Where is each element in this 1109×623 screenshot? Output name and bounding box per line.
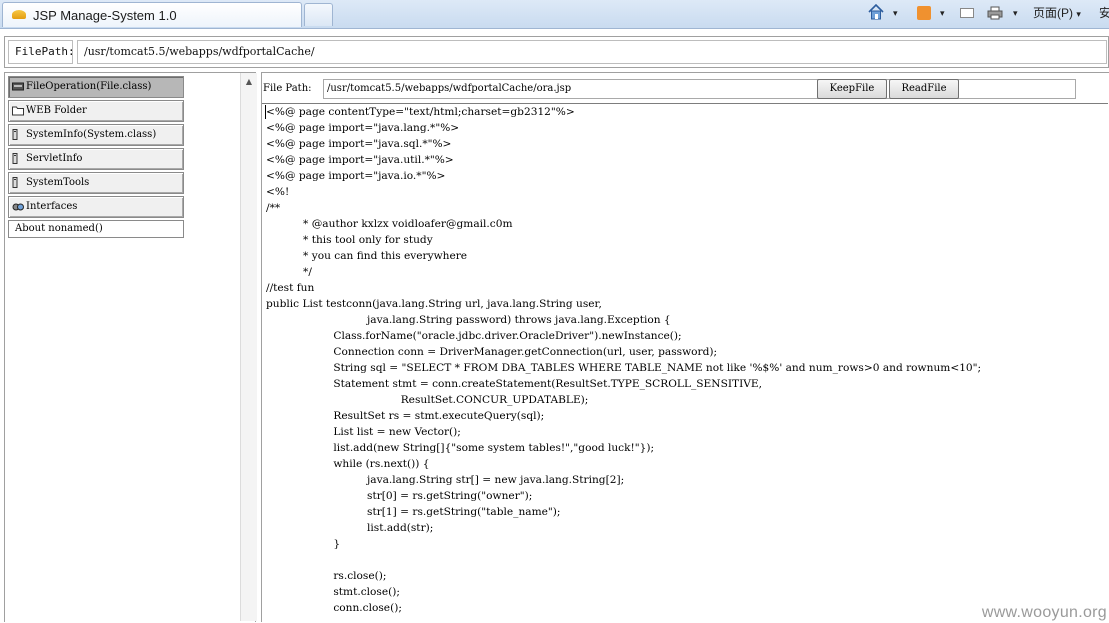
code-line: Class.forName("oracle.jdbc.driver.Oracle… <box>266 330 682 342</box>
filepath-bar: FilePath: /usr/tomcat5.5/webapps/wdfport… <box>4 36 1109 68</box>
code-line: <%@ page import="java.util.*"%> <box>266 154 454 166</box>
sidebar-item-servlet-info[interactable]: ServletInfo <box>8 148 184 170</box>
code-line: conn.close(); <box>266 602 402 614</box>
code-line: List list = new Vector(); <box>266 426 461 438</box>
print-dropdown-icon[interactable]: ▾ <box>1013 4 1018 22</box>
drive-icon <box>12 82 24 91</box>
sidebar-item-web-folder[interactable]: WEB Folder <box>8 100 184 122</box>
code-line: str[1] = rs.getString("table_name"); <box>266 506 561 518</box>
safety-menu-button[interactable]: 安 <box>1099 4 1109 22</box>
code-line: java.lang.String password) throws java.l… <box>266 314 671 326</box>
sidebar-scrollbar[interactable]: ▲ <box>240 73 257 621</box>
browser-tab-strip: JSP Manage-System 1.0 ▾ ▾ ▾ 页面(P) ▾ 安 <box>0 0 1109 29</box>
feeds-dropdown-icon[interactable]: ▾ <box>940 4 945 22</box>
code-line: Statement stmt = conn.createStatement(Re… <box>266 378 763 390</box>
computer-icon <box>12 153 18 164</box>
computer-icon <box>12 129 18 140</box>
code-line: } <box>266 538 341 550</box>
mail-icon[interactable] <box>960 8 974 18</box>
sidebar-item-label: FileOperation(File.class) <box>26 81 152 92</box>
code-line: public List testconn(java.lang.String ur… <box>266 298 602 310</box>
computer-icon <box>12 177 18 188</box>
print-icon[interactable] <box>987 6 1003 20</box>
code-line: Connection conn = DriverManager.getConne… <box>266 346 718 358</box>
watermark: www.wooyun.org <box>981 604 1107 621</box>
code-line: <%@ page contentType="text/html;charset=… <box>266 106 575 118</box>
scroll-up-arrow-icon[interactable]: ▲ <box>241 75 257 89</box>
sidebar-item-label: SystemTools <box>26 177 90 188</box>
sidebar-item-label: About nonamed() <box>15 223 103 234</box>
favicon-icon <box>12 10 26 19</box>
code-line: rs.close(); <box>266 570 387 582</box>
rss-feed-icon[interactable] <box>917 6 931 20</box>
file-path-input[interactable]: /usr/tomcat5.5/webapps/wdfportalCache/or… <box>323 79 1076 99</box>
sidebar-item-interfaces[interactable]: Interfaces <box>8 196 184 218</box>
new-tab-button[interactable] <box>304 3 333 26</box>
sidebar-item-file-operation[interactable]: FileOperation(File.class) <box>8 76 184 98</box>
file-path-label: File Path: <box>263 83 312 94</box>
sidebar: FileOperation(File.class) WEB Folder Sys… <box>4 72 257 622</box>
sidebar-item-label: Interfaces <box>26 201 78 212</box>
code-line: //test fun <box>266 282 315 294</box>
code-line: <%@ page import="java.lang.*"%> <box>266 122 460 134</box>
page-menu-label: 页面(P) <box>1033 6 1073 20</box>
code-line: <%@ page import="java.sql.*"%> <box>266 138 452 150</box>
code-line: while (rs.next()) { <box>266 458 430 470</box>
browser-command-bar: ▾ ▾ ▾ 页面(P) ▾ 安 <box>862 2 1109 24</box>
code-line: * this tool only for study <box>266 234 433 246</box>
sidebar-item-system-info[interactable]: SystemInfo(System.class) <box>8 124 184 146</box>
folder-icon <box>12 106 24 116</box>
file-editor-panel: File Path: /usr/tomcat5.5/webapps/wdfpor… <box>261 72 1109 623</box>
filepath-input[interactable]: /usr/tomcat5.5/webapps/wdfportalCache/ <box>77 40 1107 64</box>
code-line: /** <box>266 202 281 214</box>
code-line: */ <box>266 266 312 278</box>
sidebar-item-about[interactable]: About nonamed() <box>8 220 184 238</box>
sidebar-item-label: ServletInfo <box>26 153 83 164</box>
code-line: list.add(new String[]{"some system table… <box>266 442 655 454</box>
read-file-button[interactable]: ReadFile <box>889 79 959 99</box>
sidebar-item-label: WEB Folder <box>26 105 87 116</box>
code-line: String sql = "SELECT * FROM DBA_TABLES W… <box>266 362 982 374</box>
code-line: <%@ page import="java.io.*"%> <box>266 170 446 182</box>
file-content-textarea[interactable]: <%@ page contentType="text/html;charset=… <box>262 103 1108 623</box>
code-line: str[0] = rs.getString("owner"); <box>266 490 533 502</box>
code-line: java.lang.String str[] = new java.lang.S… <box>266 474 625 486</box>
code-line: ResultSet rs = stmt.executeQuery(sql); <box>266 410 545 422</box>
browser-tab-active[interactable]: JSP Manage-System 1.0 <box>2 2 302 27</box>
home-dropdown-icon[interactable]: ▾ <box>893 4 898 22</box>
sidebar-item-system-tools[interactable]: SystemTools <box>8 172 184 194</box>
sidebar-menu: FileOperation(File.class) WEB Folder Sys… <box>8 76 184 240</box>
code-line: ResultSet.CONCUR_UPDATABLE); <box>266 394 589 406</box>
sidebar-item-label: SystemInfo(System.class) <box>26 129 157 140</box>
code-line: * you can find this everywhere <box>266 250 468 262</box>
code-line: <%! <box>266 186 290 198</box>
code-line: stmt.close(); <box>266 586 400 598</box>
home-icon[interactable] <box>868 4 884 20</box>
keep-file-button[interactable]: KeepFile <box>817 79 887 99</box>
page-menu-button[interactable]: 页面(P) ▾ <box>1033 4 1081 22</box>
page-menu-caret-icon: ▾ <box>1076 9 1081 19</box>
network-icon <box>12 203 24 211</box>
tab-title: JSP Manage-System 1.0 <box>33 8 177 23</box>
code-line: list.add(str); <box>266 522 434 534</box>
filepath-label: FilePath: <box>8 40 75 64</box>
code-line: * @author kxlzx voidloafer@gmail.c0m <box>266 218 513 230</box>
